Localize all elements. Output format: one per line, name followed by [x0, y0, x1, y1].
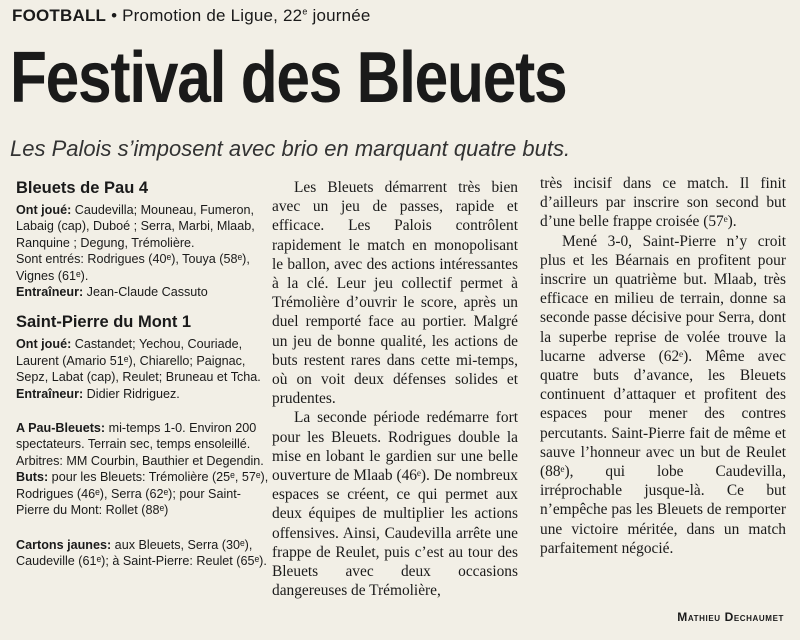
lineup-label: Ont joué: — [16, 203, 72, 217]
article-column-3: très incisif dans ce match. Il finit d’a… — [540, 174, 786, 558]
match-sheet: Bleuets de Pau 4 Ont joué: Caudevilla; M… — [16, 178, 272, 569]
headline: Festival des Bleuets — [10, 38, 568, 118]
team2-coach-name: Didier Ridriguez. — [83, 386, 180, 401]
goals-label: Buts: — [16, 470, 49, 485]
team1-coach-name: Jean-Claude Cassuto — [83, 285, 208, 300]
team1-coach: Entraîneur: Jean-Claude Cassuto — [16, 284, 272, 300]
article-column-2: Les Bleuets démarrent très bien avec un … — [272, 178, 518, 600]
venue-info: A Pau-Bleuets: mi-temps 1-0. Environ 200… — [16, 420, 272, 469]
coach-label: Entraîneur: — [16, 285, 84, 300]
article-paragraph: Les Bleuets démarrent très bien avec un … — [272, 179, 518, 408]
article-paragraph: La seconde période redémarre fort pour l… — [272, 409, 518, 600]
kicker-line: FOOTBALL • Promotion de Ligue, 22e journ… — [12, 6, 371, 26]
article-paragraph: Mené 3-0, Saint-Pierre n’y croit plus et… — [540, 232, 786, 557]
lineup-label: Ont joué: — [16, 337, 72, 352]
team1-subs: Sont entrés: Rodrigues (40ᵉ), Touya (58ᵉ… — [16, 252, 250, 283]
team2-lineup: Ont joué: Castandet; Yechou, Couriade, L… — [16, 336, 272, 385]
subheadline: Les Palois s’imposent avec brio en marqu… — [10, 136, 571, 161]
cards-info: Cartons jaunes: aux Bleuets, Serra (30ᵉ)… — [16, 537, 272, 570]
goals-info: Buts: pour les Bleuets: Trémolière (25ᵉ,… — [16, 469, 272, 518]
round-suffix: journée — [307, 6, 371, 25]
goals-text: pour les Bleuets: Trémolière (25ᵉ, 57ᵉ),… — [16, 470, 269, 518]
article-paragraph-continued: très incisif dans ce match. Il finit d’a… — [540, 175, 786, 231]
venue-label: A Pau-Bleuets: — [16, 421, 106, 436]
sport-label: FOOTBALL — [12, 6, 107, 25]
team1-lineup: Ont joué: Caudevilla; Mouneau, Fumeron, … — [16, 202, 272, 251]
team2-name: Saint-Pierre du Mont 1 — [16, 313, 192, 332]
author-signature: Mathieu Dechaumet — [677, 610, 784, 624]
team1-name: Bleuets de Pau 4 — [16, 179, 149, 197]
cards-label: Cartons jaunes: — [16, 537, 112, 552]
coach-label: Entraîneur: — [16, 386, 84, 401]
team2-coach: Entraîneur: Didier Ridriguez. — [16, 386, 272, 402]
competition-label: • Promotion de Ligue, 22 — [106, 6, 303, 25]
